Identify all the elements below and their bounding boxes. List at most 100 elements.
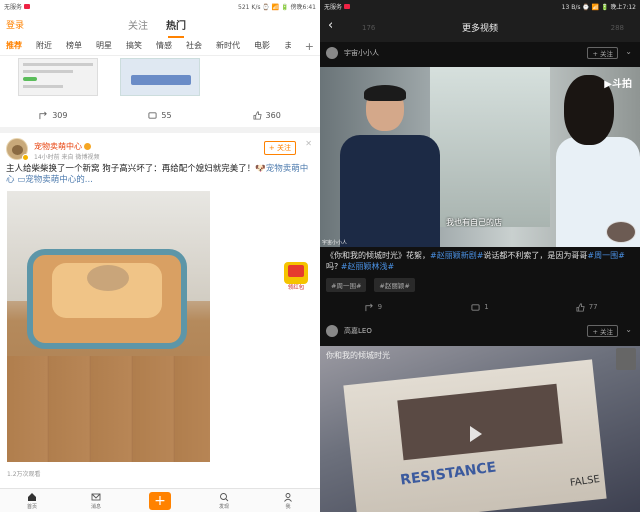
comment-count: 55 (161, 110, 172, 120)
avatar[interactable] (326, 47, 338, 59)
video1-follow-button[interactable]: + 关注 (587, 47, 618, 59)
nav-item-ranking[interactable]: 榜单 (66, 40, 82, 51)
close-icon[interactable]: ✕ (305, 139, 312, 148)
view-count: 1.2万次观看 (7, 471, 41, 478)
red-envelope-icon (288, 265, 304, 277)
repost-button[interactable]: 9 (320, 300, 427, 314)
tab-me[interactable]: 我 (256, 492, 320, 510)
video-platform-logo: ▶斗拍 (604, 79, 632, 90)
tab-following[interactable]: 关注 (128, 17, 148, 32)
post-body: 主人给柴柴换了一个新窝 狗子高兴坏了：再给配个媳妇就完美了！ (6, 164, 256, 174)
status-bar: 无服务 13 B/s ⌚ 📶 🔋 晚上7:12 (320, 0, 640, 12)
video-subtitle: 我也有自己的店 (446, 218, 502, 227)
tab-compose[interactable]: + (128, 491, 192, 510)
like-button[interactable]: 77 (533, 300, 640, 314)
post-header: 宠物卖萌中心 14小时前 来自 微博视频 + 关注 ✕ (6, 138, 316, 164)
hashtag-link-3[interactable]: #赵丽颖林浅# (341, 262, 394, 271)
top-header: 登录 关注 热门 (0, 12, 320, 38)
follow-button[interactable]: + 关注 (263, 141, 296, 155)
nav-item-movies[interactable]: 电影 (254, 40, 270, 51)
tab-messages-label: 消息 (90, 503, 101, 510)
tab-home[interactable]: 首页 (0, 492, 64, 510)
bottom-tab-bar: 首页 消息 + 发现 我 (0, 488, 320, 512)
search-icon (220, 492, 229, 501)
nav-item-new-era[interactable]: 新时代 (216, 40, 240, 51)
nav-item-recommend[interactable]: 推荐 (6, 40, 22, 51)
video1-actions: 9 1 77 (320, 300, 640, 314)
video-link[interactable]: ▭宠物卖萌中心的... (17, 175, 93, 185)
tab-me-label: 我 (285, 503, 291, 510)
topic-chip-2[interactable]: #赵丽颖# (374, 278, 415, 292)
play-icon[interactable] (470, 426, 482, 442)
vip-badge-icon (84, 143, 91, 150)
chat-screenshot-thumbnail-2[interactable] (120, 58, 200, 96)
post-meta: 14小时前 来自 微博视频 (34, 154, 100, 161)
nav-item-more[interactable]: ま (284, 40, 292, 51)
tab-home-label: 首页 (26, 503, 37, 510)
repost-icon (365, 303, 373, 311)
thumbs-up-icon (576, 302, 585, 312)
nav-item-stars[interactable]: 明星 (96, 40, 112, 51)
status-right-text: 521 K/s ⌚ 📶 🔋 傍晚6:41 (238, 3, 316, 11)
page-title: 更多视频 (461, 24, 498, 34)
post-author[interactable]: 宠物卖萌中心 (34, 141, 91, 152)
post-video-thumbnail[interactable] (7, 191, 210, 462)
repost-button[interactable]: 309 (0, 106, 107, 124)
ghost-like-count: 288 (610, 24, 624, 32)
avatar[interactable] (326, 325, 338, 337)
feed-tabs: 关注 热门 (128, 17, 186, 38)
nav-item-nearby[interactable]: 附近 (36, 40, 52, 51)
chevron-down-icon[interactable]: ⌄ (625, 325, 632, 334)
previous-post-actions: 309 55 360 (0, 106, 320, 124)
chevron-down-icon[interactable]: ⌄ (625, 47, 632, 56)
comment-button[interactable]: 1 (427, 300, 534, 314)
video1-player[interactable]: ▶斗拍 我也有自己的店 宇宙小小人 (320, 67, 640, 247)
hashtag-link-2[interactable]: #周一围# (587, 251, 624, 260)
plus-icon: + (149, 491, 171, 510)
nav-item-society[interactable]: 社会 (186, 40, 202, 51)
carrier-text: 无服务 (4, 3, 23, 11)
right-screen: 无服务 13 B/s ⌚ 📶 🔋 晚上7:12 ‹ 176 更多视频 288 宇… (320, 0, 640, 512)
comment-count: 1 (484, 303, 489, 311)
chat-screenshot-thumbnail[interactable] (18, 58, 98, 96)
video1-description: 《你和我的倾城时光》花絮，#赵丽颖新剧#说话都不利索了，是因为哥哥#周一围# 吗?… (326, 250, 636, 272)
thumbs-up-icon (253, 110, 262, 120)
video2-follow-button[interactable]: + 关注 (587, 325, 618, 337)
login-link[interactable]: 登录 (6, 18, 24, 31)
desc-text-3: 吗? (326, 262, 339, 271)
post-author-name: 宠物卖萌中心 (34, 142, 82, 151)
record-icon (24, 3, 31, 9)
red-packet-label: 领红包 (287, 285, 305, 291)
comment-button[interactable]: 55 (107, 106, 214, 124)
video2-caption: 你和我的倾城时光 (326, 351, 390, 360)
post-text: 主人给柴柴换了一个新窝 狗子高兴坏了：再给配个媳妇就完美了！🐶宠物卖萌中心 ▭宠… (6, 164, 312, 186)
overlay-button[interactable] (616, 348, 636, 370)
nav-item-funny[interactable]: 搞笑 (126, 40, 142, 51)
tab-discover[interactable]: 发现 (192, 492, 256, 510)
like-count: 360 (265, 110, 281, 120)
record-icon (344, 3, 351, 9)
red-packet-button[interactable]: 领红包 (282, 260, 310, 291)
like-count: 77 (588, 303, 598, 311)
carrier-text: 无服务 (324, 3, 343, 11)
like-button[interactable]: 360 (213, 106, 320, 124)
video2-player[interactable]: 你和我的倾城时光 RESISTANCE FALSE (320, 346, 640, 512)
video1-author[interactable]: 宇宙小小人 (344, 48, 379, 58)
nav-add-button[interactable]: + (305, 40, 314, 53)
tab-messages[interactable]: 消息 (64, 492, 128, 510)
repost-count: 9 (377, 303, 383, 311)
video-watermark: 宇宙小小人 (322, 240, 348, 246)
hashtag-link[interactable]: #赵丽颖新剧# (430, 251, 483, 260)
topic-chip[interactable]: #周一围# (326, 278, 367, 292)
channel-badge-icon (606, 221, 636, 243)
category-nav: 推荐 附近 榜单 明星 搞笑 情感 社会 新时代 电影 ま (0, 36, 320, 56)
dog-image (87, 265, 129, 291)
tab-hot[interactable]: 热门 (166, 17, 186, 38)
top-header: ‹ 176 更多视频 288 (320, 12, 640, 42)
user-icon (284, 492, 292, 502)
nav-item-emotion[interactable]: 情感 (156, 40, 172, 51)
desc-text: 《你和我的倾城时光》花絮， (326, 251, 430, 260)
comment-icon (148, 111, 157, 119)
video2-author[interactable]: 高嘉LEO (344, 326, 372, 336)
comment-icon (471, 303, 480, 311)
